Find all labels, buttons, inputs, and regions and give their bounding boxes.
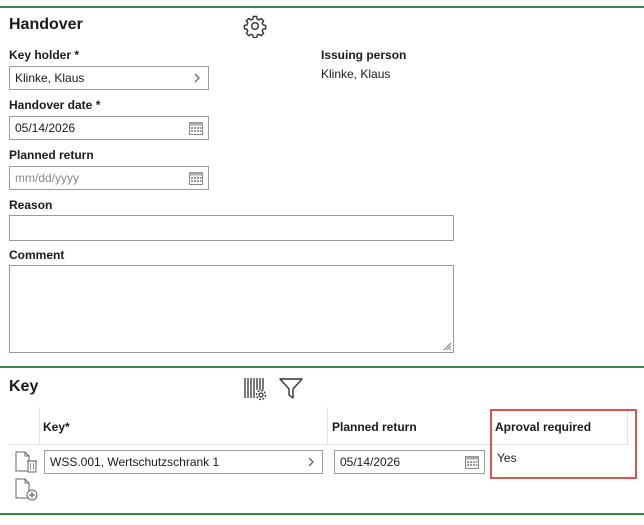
key-row-value: WSS.001, Wertschutzschrank 1 (50, 455, 220, 469)
row-planned-return-field[interactable]: 05/14/2026 (334, 450, 485, 474)
key-holder-field[interactable]: Klinke, Klaus (9, 66, 209, 90)
key-holder-label: Key holder * (9, 48, 80, 62)
reason-input[interactable] (9, 215, 454, 241)
bottom-rule (0, 513, 644, 515)
calendar-icon[interactable] (464, 454, 480, 470)
delete-document-icon[interactable] (14, 451, 40, 475)
top-rule (0, 6, 644, 8)
chevron-right-icon (308, 457, 314, 467)
comment-textarea[interactable] (9, 265, 454, 353)
comment-label: Comment (9, 248, 65, 262)
column-header-key[interactable]: Key* (43, 420, 70, 434)
calendar-icon[interactable] (188, 120, 204, 136)
barcode-settings-icon[interactable] (243, 376, 269, 402)
calendar-icon[interactable] (188, 170, 204, 186)
issuing-person-label: Issuing person (321, 48, 407, 62)
planned-return-placeholder: mm/dd/yyyy (15, 171, 80, 185)
row-planned-return-value: 05/14/2026 (340, 455, 401, 469)
key-holder-value: Klinke, Klaus (15, 71, 85, 85)
filter-funnel-icon[interactable] (278, 377, 304, 401)
approval-highlight-box (490, 409, 637, 479)
issuing-person-value: Klinke, Klaus (321, 67, 391, 81)
key-select-field[interactable]: WSS.001, Wertschutzschrank 1 (44, 450, 323, 474)
resize-grip-icon[interactable] (443, 342, 452, 351)
handover-date-field[interactable]: 05/14/2026 (9, 116, 209, 140)
handover-date-label: Handover date * (9, 98, 101, 112)
planned-return-label: Planned return (9, 148, 94, 162)
column-header-planned-return[interactable]: Planned return (332, 420, 417, 434)
handover-title: Handover (9, 16, 83, 33)
col-divider (39, 407, 40, 444)
reason-label: Reason (9, 198, 53, 212)
col-divider (327, 407, 328, 444)
section-rule (0, 366, 644, 368)
key-section-title: Key (9, 378, 39, 395)
planned-return-field[interactable]: mm/dd/yyyy (9, 166, 209, 190)
settings-gear-icon[interactable] (243, 14, 267, 39)
add-document-icon[interactable] (14, 478, 40, 502)
chevron-right-icon (194, 73, 200, 83)
handover-date-value: 05/14/2026 (15, 121, 76, 135)
